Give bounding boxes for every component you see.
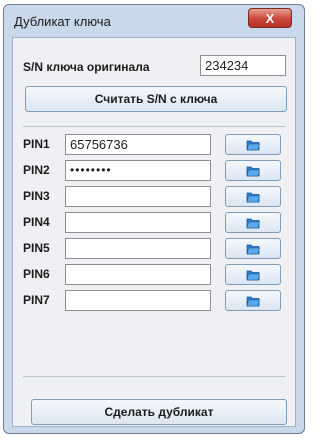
folder-icon	[246, 166, 260, 176]
folder-icon	[246, 244, 260, 254]
pin-input[interactable]	[65, 238, 211, 259]
pin-label: PIN3	[23, 189, 50, 203]
pin-label: PIN7	[23, 293, 50, 307]
pin-input[interactable]	[65, 186, 211, 207]
pin-label: PIN4	[23, 215, 50, 229]
pin-label: PIN1	[23, 137, 50, 151]
pin-input[interactable]	[65, 212, 211, 233]
browse-file-button[interactable]	[225, 186, 281, 207]
pin-input[interactable]: ••••••••	[65, 160, 211, 181]
browse-file-button[interactable]	[225, 160, 281, 181]
folder-icon	[246, 140, 260, 150]
dialog-body: S/N ключа оригинала 234234 Считать S/N с…	[12, 37, 296, 427]
pin-label: PIN6	[23, 267, 50, 281]
original-sn-input[interactable]: 234234	[200, 55, 286, 76]
title-bar[interactable]: Дубликат ключа X	[4, 5, 304, 35]
read-sn-button[interactable]: Считать S/N с ключа	[25, 86, 287, 112]
browse-file-button[interactable]	[225, 212, 281, 233]
dialog-window: Дубликат ключа X S/N ключа оригинала 234…	[3, 4, 305, 434]
folder-icon	[246, 270, 260, 280]
make-duplicate-button[interactable]: Сделать дубликат	[31, 399, 287, 425]
folder-icon	[246, 296, 260, 306]
pin-input[interactable]: 65756736	[65, 134, 211, 155]
separator	[23, 126, 285, 127]
folder-icon	[246, 218, 260, 228]
close-button[interactable]: X	[248, 8, 292, 28]
pin-input[interactable]	[65, 264, 211, 285]
browse-file-button[interactable]	[225, 290, 281, 311]
separator	[23, 376, 285, 377]
original-sn-label: S/N ключа оригинала	[23, 60, 150, 74]
browse-file-button[interactable]	[225, 264, 281, 285]
pin-label: PIN5	[23, 241, 50, 255]
pin-label: PIN2	[23, 163, 50, 177]
pin-input[interactable]	[65, 290, 211, 311]
browse-file-button[interactable]	[225, 238, 281, 259]
folder-icon	[246, 192, 260, 202]
browse-file-button[interactable]	[225, 134, 281, 155]
window-title: Дубликат ключа	[14, 14, 111, 29]
